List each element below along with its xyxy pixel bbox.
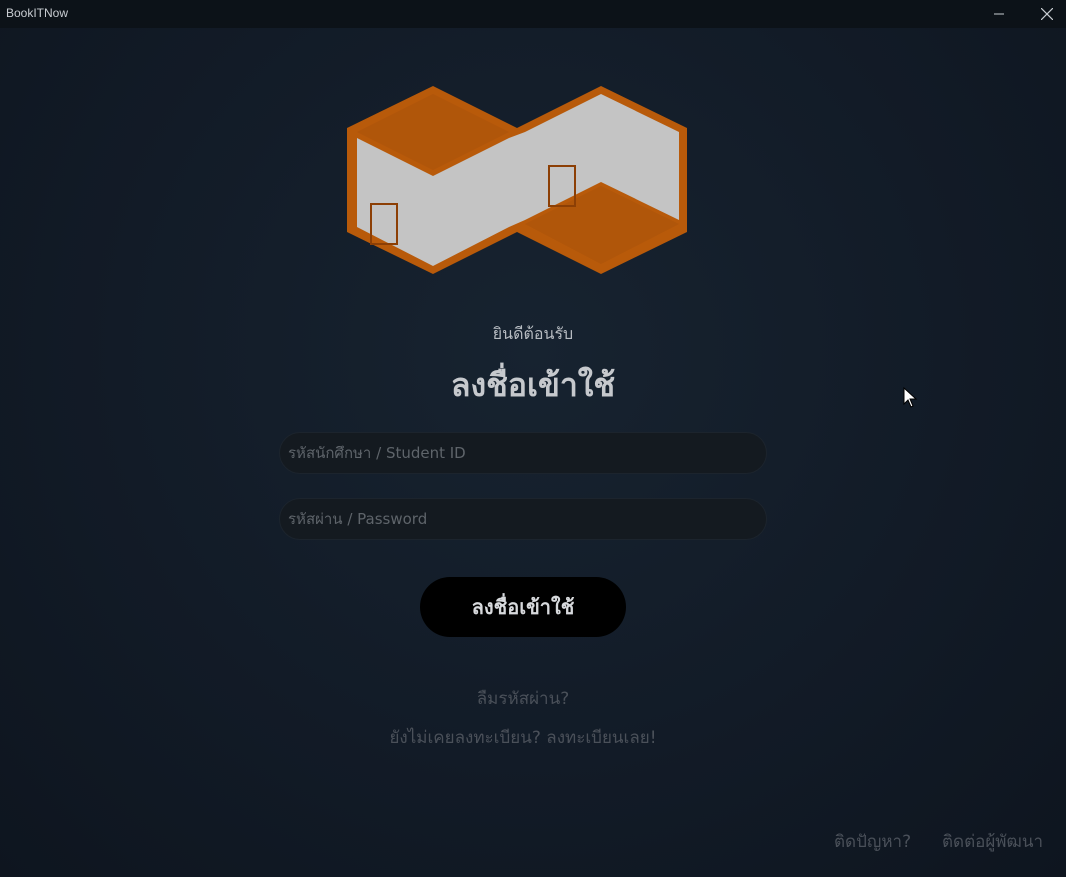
building-floorplan-logo bbox=[347, 86, 687, 274]
forgot-password-link[interactable]: ลืมรหัสผ่าน? bbox=[0, 685, 1046, 712]
no-account-text: ยังไม่เคยลงทะเบียน? bbox=[389, 728, 541, 748]
contact-developer-link[interactable]: ติดต่อผู้พัฒนา bbox=[942, 828, 1043, 855]
minimize-button[interactable] bbox=[976, 0, 1022, 28]
minimize-icon bbox=[994, 13, 1004, 15]
login-button[interactable]: ลงชื่อเข้าใช้ bbox=[420, 577, 626, 637]
student-id-input[interactable] bbox=[279, 432, 767, 474]
welcome-text: ยินดีต้อนรับ bbox=[492, 324, 574, 343]
register-row: ยังไม่เคยลงทะเบียน? ลงทะเบียนเลย! bbox=[0, 724, 1046, 751]
password-input[interactable] bbox=[279, 498, 767, 540]
register-link[interactable]: ลงทะเบียนเลย! bbox=[546, 728, 656, 748]
help-link[interactable]: ติดปัญหา? bbox=[834, 828, 911, 855]
title-bar: BookITNow bbox=[0, 0, 1066, 28]
app-window: BookITNow ยินดีต้อนรับ ลงชื่อเข้าใช้ รหั… bbox=[0, 0, 1066, 877]
close-icon bbox=[1041, 8, 1053, 20]
window-title: BookITNow bbox=[6, 6, 69, 20]
mouse-cursor-icon bbox=[903, 387, 918, 408]
close-button[interactable] bbox=[1024, 0, 1066, 28]
